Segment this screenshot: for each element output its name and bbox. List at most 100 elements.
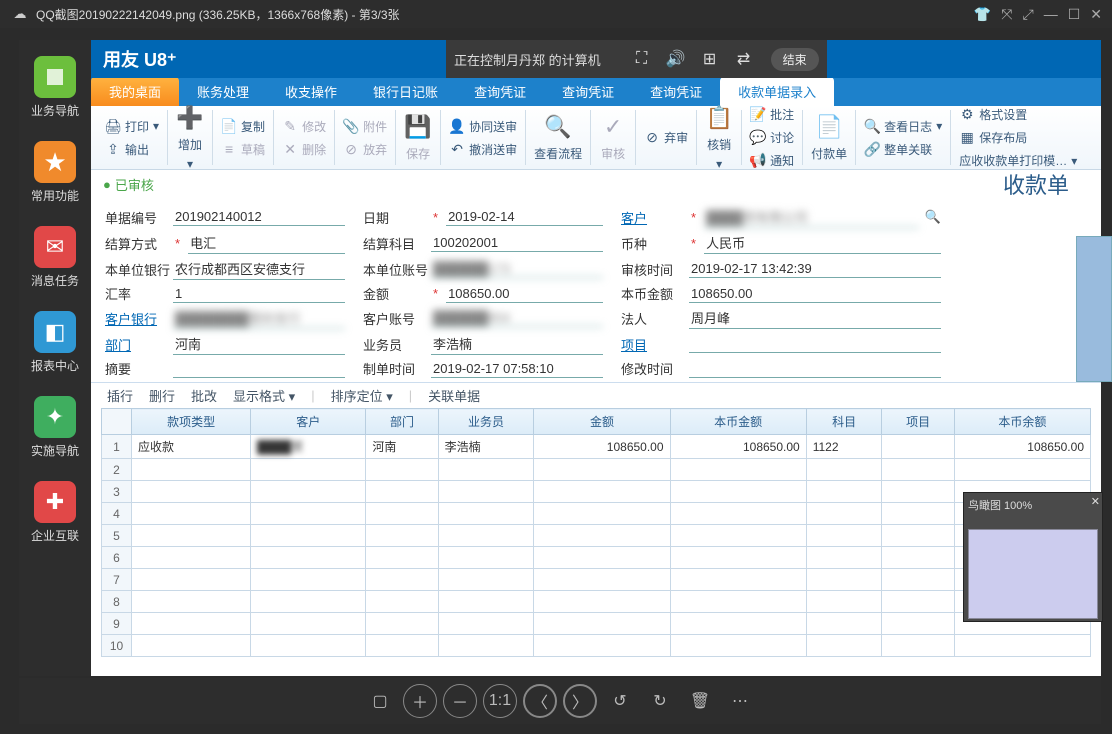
cust-bank-value[interactable]: ████████登封支行 xyxy=(173,307,345,329)
col-customer[interactable]: 客户 xyxy=(251,409,366,435)
col-balance[interactable]: 本币余额 xyxy=(954,409,1090,435)
undo-button[interactable]: ↶撤消送审 xyxy=(447,140,519,159)
delete-row-button[interactable]: 删行 xyxy=(149,386,175,405)
sidebar-item-biz-nav[interactable]: 业务导航 xyxy=(31,56,79,119)
table-row[interactable]: 1 应收款 ████贸 河南 李浩楠 108650.00 108650.00 1… xyxy=(102,435,1091,459)
log-button[interactable]: 🔍查看日志 ▾ xyxy=(862,117,944,136)
table-row[interactable]: 10 xyxy=(102,635,1091,657)
display-format-button[interactable]: 显示格式 ▾ xyxy=(233,386,295,405)
sidebar-item-report[interactable]: ◧报表中心 xyxy=(31,311,79,374)
next-icon[interactable]: 〉 xyxy=(563,684,597,718)
bank-value[interactable]: 农行成都西区安德支行 xyxy=(173,258,345,280)
assoc-doc-button[interactable]: 关联单据 xyxy=(428,386,480,405)
tab-desktop[interactable]: 我的桌面 xyxy=(91,77,179,106)
tab-query-voucher-3[interactable]: 查询凭证 xyxy=(632,77,720,106)
acct-value[interactable]: ██████173 xyxy=(431,260,603,278)
dept-label[interactable]: 部门 xyxy=(105,335,167,354)
note-button[interactable]: 📝批注 xyxy=(748,105,796,124)
batch-edit-button[interactable]: 批改 xyxy=(191,386,217,405)
close-button[interactable]: 🔗整单关联 xyxy=(862,140,944,159)
currency-value[interactable]: 人民币 xyxy=(704,232,941,254)
delete-button[interactable]: ✕删除 xyxy=(280,140,328,159)
coop-button[interactable]: 👤协同送审 xyxy=(447,117,519,136)
add-button[interactable]: ➕增加▾ xyxy=(174,103,206,172)
insert-row-button[interactable]: 插行 xyxy=(107,386,133,405)
rate-value[interactable]: 1 xyxy=(173,285,345,303)
table-row[interactable]: 7 xyxy=(102,569,1091,591)
col-dept[interactable]: 部门 xyxy=(366,409,438,435)
customer-value[interactable]: ████贸有限公司 xyxy=(704,206,919,228)
copy-button[interactable]: 📄复制 xyxy=(219,117,267,136)
save-button[interactable]: 💾保存 xyxy=(402,112,434,163)
lookup-icon[interactable]: 🔍 xyxy=(925,209,941,225)
output-button[interactable]: ⇪输出 xyxy=(103,140,161,159)
tab-query-voucher-1[interactable]: 查询凭证 xyxy=(456,77,544,106)
fit-icon[interactable]: 1:1 xyxy=(483,684,517,718)
date-value[interactable]: 2019-02-14 xyxy=(446,208,603,226)
tab-receipt-entry[interactable]: 收款单据录入 xyxy=(720,77,834,106)
sort-button[interactable]: 排序定位 ▾ xyxy=(331,386,393,405)
col-type[interactable]: 款项类型 xyxy=(132,409,251,435)
swap-icon[interactable]: ⇄ xyxy=(727,49,761,69)
table-row[interactable]: 5 xyxy=(102,525,1091,547)
volume-icon[interactable]: 🔊 xyxy=(659,49,693,69)
birdview-panel[interactable]: 鸟瞰图 100% ✕ xyxy=(963,492,1103,622)
close-icon[interactable]: ✕ xyxy=(1090,6,1102,23)
notify-button[interactable]: 📢通知 xyxy=(748,151,796,170)
tab-income-expense[interactable]: 收支操作 xyxy=(267,77,355,106)
sidebar-item-impl[interactable]: ✦实施导航 xyxy=(31,396,79,459)
print-button[interactable]: 🖨打印 ▾ xyxy=(103,117,161,136)
attach-button[interactable]: 📎附件 xyxy=(341,117,389,136)
col-sales[interactable]: 业务员 xyxy=(438,409,534,435)
minimize-icon[interactable]: — xyxy=(1044,6,1058,23)
audit-button[interactable]: ✓审核 xyxy=(597,112,629,163)
pin-icon[interactable]: ⤧ xyxy=(1001,6,1012,23)
amount-value[interactable]: 108650.00 xyxy=(446,285,603,303)
birdview-body[interactable] xyxy=(968,529,1098,619)
tab-query-voucher-2[interactable]: 查询凭证 xyxy=(544,77,632,106)
doc-no-value[interactable]: 201902140012 xyxy=(173,208,345,226)
dept-value[interactable]: 河南 xyxy=(173,333,345,355)
table-row[interactable]: 3 xyxy=(102,481,1091,503)
draft-button[interactable]: ≡草稿 xyxy=(219,140,267,159)
table-row[interactable]: 2 xyxy=(102,459,1091,481)
format-button[interactable]: ⚙格式设置 xyxy=(957,105,1079,124)
maximize-icon[interactable]: ☐ xyxy=(1068,6,1081,23)
sales-value[interactable]: 李浩楠 xyxy=(431,333,603,355)
settle-value[interactable]: 电汇 xyxy=(188,232,345,254)
customer-label[interactable]: 客户 xyxy=(621,208,683,227)
table-row[interactable]: 4 xyxy=(102,503,1091,525)
crop-icon[interactable]: ▢ xyxy=(363,684,397,718)
shirt-icon[interactable]: 👕 xyxy=(974,6,991,23)
rotate-right-icon[interactable]: ↻ xyxy=(643,684,677,718)
end-remote-button[interactable]: 结束 xyxy=(771,48,819,71)
col-local-amount[interactable]: 本币金额 xyxy=(670,409,806,435)
detail-grid[interactable]: 款项类型 客户 部门 业务员 金额 本币金额 科目 项目 本币余额 1 应收款 … xyxy=(101,408,1091,657)
table-row[interactable]: 6 xyxy=(102,547,1091,569)
more-icon[interactable]: ⋯ xyxy=(723,684,757,718)
table-row[interactable]: 9 xyxy=(102,613,1091,635)
verify-button[interactable]: 📋核销▾ xyxy=(703,103,735,172)
col-subject[interactable]: 科目 xyxy=(806,409,882,435)
zoom-out-icon[interactable]: － xyxy=(443,684,477,718)
cust-bank-label[interactable]: 客户银行 xyxy=(105,309,167,328)
abandon-button[interactable]: ⊘放弃 xyxy=(341,140,389,159)
save-layout-button[interactable]: ▦保存布局 xyxy=(957,128,1079,147)
expand-icon[interactable]: ⤢ xyxy=(1023,6,1034,23)
col-project[interactable]: 项目 xyxy=(882,409,954,435)
sidebar-item-common[interactable]: ★常用功能 xyxy=(31,141,79,204)
tab-accounting[interactable]: 账务处理 xyxy=(179,77,267,106)
fullscreen-icon[interactable]: ⛶ xyxy=(625,50,659,68)
project-value[interactable] xyxy=(689,335,941,353)
project-label[interactable]: 项目 xyxy=(621,335,683,354)
discuss-button[interactable]: 💬讨论 xyxy=(748,128,796,147)
tab-bank-journal[interactable]: 银行日记账 xyxy=(355,77,456,106)
thumbnail-strip[interactable] xyxy=(1076,236,1112,382)
reject-button[interactable]: ⊘弃审 xyxy=(642,128,690,147)
cust-acct-value[interactable]: ██████954 xyxy=(431,309,603,327)
flow-button[interactable]: 🔍查看流程 xyxy=(532,112,584,163)
modify-button[interactable]: ✎修改 xyxy=(280,117,328,136)
prev-icon[interactable]: 〈 xyxy=(523,684,557,718)
screens-icon[interactable]: ⊞ xyxy=(693,49,727,69)
birdview-close-icon[interactable]: ✕ xyxy=(1091,495,1100,508)
